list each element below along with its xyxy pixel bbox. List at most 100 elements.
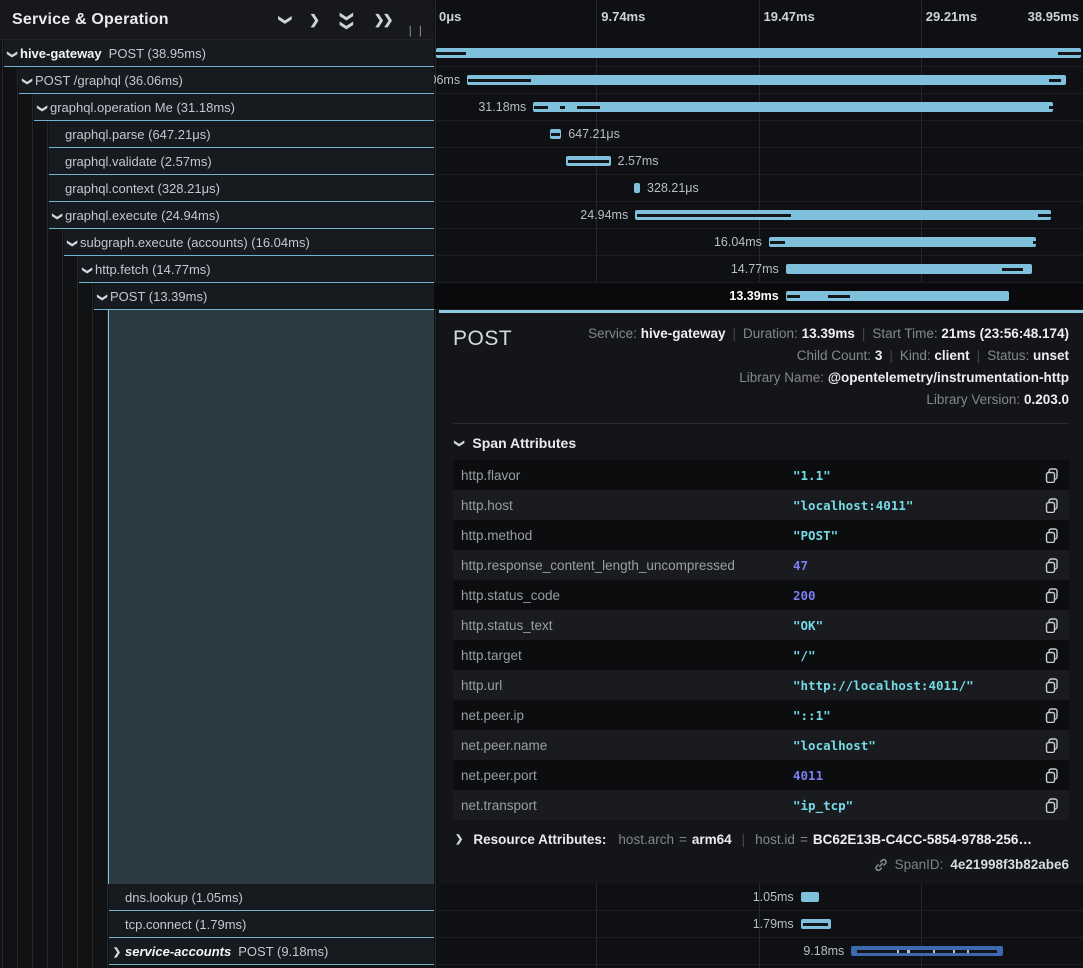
- copy-icon[interactable]: [1041, 618, 1059, 633]
- copy-icon[interactable]: [1041, 468, 1059, 483]
- column-resize-handle[interactable]: ❘❘: [406, 24, 426, 37]
- timeline-row[interactable]: 24.94ms: [434, 202, 1083, 229]
- span-bar[interactable]: [801, 892, 819, 902]
- critical-path-segment: [897, 950, 899, 953]
- span-bar[interactable]: [635, 210, 1051, 220]
- span-bar[interactable]: [467, 75, 1066, 85]
- attribute-key: http.target: [461, 648, 793, 663]
- span-row-service-accounts-post[interactable]: ❯service-accountsPOST (9.18ms): [0, 938, 434, 965]
- attribute-value: "POST": [793, 528, 1041, 543]
- chevron-down-icon[interactable]: ❯: [36, 104, 47, 112]
- critical-path-segment: [1058, 52, 1081, 55]
- timeline-row[interactable]: [434, 40, 1083, 67]
- span-attributes-table: http.flavor"1.1" http.host"localhost:401…: [453, 460, 1069, 820]
- span-row-post-selected[interactable]: ❯POST (13.39ms): [0, 283, 434, 310]
- span-attributes-header[interactable]: ❯ Span Attributes: [455, 435, 1069, 451]
- timeline-row[interactable]: 328.21μs: [434, 175, 1083, 202]
- meta-value: unset: [1033, 348, 1069, 363]
- timeline-row[interactable]: 1.05ms: [434, 884, 1083, 911]
- copy-icon[interactable]: [1041, 798, 1059, 813]
- copy-icon[interactable]: [1041, 588, 1059, 603]
- span-id-value: 4e21998f3b82abe6: [950, 857, 1069, 872]
- span-row-subgraph-execute[interactable]: ❯subgraph.execute (accounts) (16.04ms): [0, 229, 434, 256]
- span-bar[interactable]: [786, 291, 1009, 301]
- span-row-tcp-connect[interactable]: tcp.connect (1.79ms): [0, 911, 434, 938]
- copy-icon[interactable]: [1041, 738, 1059, 753]
- timeline-row[interactable]: 2.57ms: [434, 148, 1083, 175]
- copy-icon[interactable]: [1041, 558, 1059, 573]
- service-name: hive-gateway: [20, 46, 102, 61]
- chevron-right-icon[interactable]: ❯: [113, 947, 121, 958]
- resource-key: host.id: [755, 832, 795, 847]
- timeline-row[interactable]: 16.04ms: [434, 229, 1083, 256]
- chevron-right-icon: ❯: [455, 834, 463, 845]
- operation-name: subgraph.execute (accounts) (16.04ms): [80, 235, 310, 250]
- attribute-value: "OK": [793, 618, 1041, 633]
- attribute-row: net.peer.port4011: [453, 760, 1069, 790]
- timeline-ruler: 0μs 9.74ms 19.47ms 29.21ms 38.95ms: [434, 0, 1083, 40]
- span-row-graphql-validate[interactable]: graphql.validate (2.57ms): [0, 148, 434, 175]
- attribute-row: http.target"/": [453, 640, 1069, 670]
- span-row-graphql-context[interactable]: graphql.context (328.21μs): [0, 175, 434, 202]
- span-bar[interactable]: [436, 48, 1081, 58]
- chevron-down-icon[interactable]: ❯: [51, 212, 62, 220]
- span-row-http-fetch[interactable]: ❯http.fetch (14.77ms): [0, 256, 434, 283]
- timeline-row[interactable]: 9.18ms: [434, 938, 1083, 965]
- span-duration-label: 2.57ms: [611, 154, 659, 168]
- span-row-hive-gateway-post[interactable]: ❯hive-gatewayPOST (38.95ms): [0, 40, 434, 67]
- attribute-value: 200: [793, 588, 1041, 603]
- span-bar[interactable]: [550, 129, 561, 139]
- tree-header: Service & Operation ❯ ❯ ❯❯ ❯❯ ❘❘: [0, 0, 434, 40]
- span-duration-label: 36.06ms: [434, 73, 467, 87]
- copy-icon[interactable]: [1041, 678, 1059, 693]
- span-bar[interactable]: [533, 102, 1053, 112]
- chevron-down-icon[interactable]: ❯: [21, 77, 32, 85]
- chevron-down-icon[interactable]: ❯: [66, 239, 77, 247]
- span-duration-label: 1.05ms: [753, 890, 801, 904]
- span-bar[interactable]: [566, 156, 611, 166]
- ruler-tick: 38.95ms: [1028, 9, 1079, 24]
- copy-icon[interactable]: [1041, 648, 1059, 663]
- double-chevron-down-icon[interactable]: ❯❯: [339, 11, 355, 29]
- timeline-row[interactable]: 36.06ms: [434, 67, 1083, 94]
- span-bar[interactable]: [851, 946, 1003, 956]
- span-bar[interactable]: [786, 264, 1032, 274]
- meta-value: 21ms (23:56:48.174): [941, 326, 1069, 341]
- critical-path-segment: [933, 950, 935, 953]
- meta-value: @opentelemetry/instrumentation-http: [828, 370, 1069, 385]
- span-duration-label: 9.18ms: [803, 944, 851, 958]
- critical-path-segment: [1049, 106, 1053, 109]
- copy-icon[interactable]: [1041, 768, 1059, 783]
- span-bar[interactable]: [769, 237, 1036, 247]
- ruler-tick: 0μs: [439, 9, 461, 24]
- copy-icon[interactable]: [1041, 498, 1059, 513]
- timeline-row[interactable]: 31.18ms: [434, 94, 1083, 121]
- chevron-down-icon[interactable]: ❯: [96, 293, 107, 301]
- copy-icon[interactable]: [1041, 528, 1059, 543]
- span-row-graphql-operation[interactable]: ❯graphql.operation Me (31.18ms): [0, 94, 434, 121]
- meta-value: client: [934, 348, 969, 363]
- span-row-graphql-parse[interactable]: graphql.parse (647.21μs): [0, 121, 434, 148]
- span-bar[interactable]: [801, 919, 831, 929]
- operation-name: graphql.execute (24.94ms): [65, 208, 220, 223]
- double-chevron-right-icon[interactable]: ❯❯: [374, 12, 392, 28]
- operation-name: dns.lookup (1.05ms): [125, 890, 243, 905]
- copy-icon[interactable]: [1041, 708, 1059, 723]
- chevron-down-icon[interactable]: ❯: [278, 14, 294, 25]
- resource-attributes-row[interactable]: ❯ Resource Attributes: host.arch=arm64 |…: [455, 832, 1069, 847]
- timeline-row[interactable]: 14.77ms: [434, 256, 1083, 283]
- ruler-tick: 19.47ms: [764, 9, 815, 24]
- span-detail-panel: POST Service: hive-gateway|Duration: 13.…: [439, 310, 1083, 884]
- timeline-row[interactable]: 1.79ms: [434, 911, 1083, 938]
- span-row-dns-lookup[interactable]: dns.lookup (1.05ms): [0, 884, 434, 911]
- span-duration-label: 13.39ms: [729, 289, 785, 303]
- chevron-right-icon[interactable]: ❯: [309, 12, 320, 28]
- chevron-down-icon[interactable]: ❯: [81, 266, 92, 274]
- span-row-graphql-execute[interactable]: ❯graphql.execute (24.94ms): [0, 202, 434, 229]
- link-icon[interactable]: [874, 858, 888, 872]
- span-row-post-graphql[interactable]: ❯POST /graphql (36.06ms): [0, 67, 434, 94]
- timeline-row[interactable]: 13.39ms: [434, 283, 1083, 310]
- chevron-down-icon[interactable]: ❯: [6, 50, 17, 58]
- attribute-key: net.peer.name: [461, 738, 793, 753]
- timeline-row[interactable]: 647.21μs: [434, 121, 1083, 148]
